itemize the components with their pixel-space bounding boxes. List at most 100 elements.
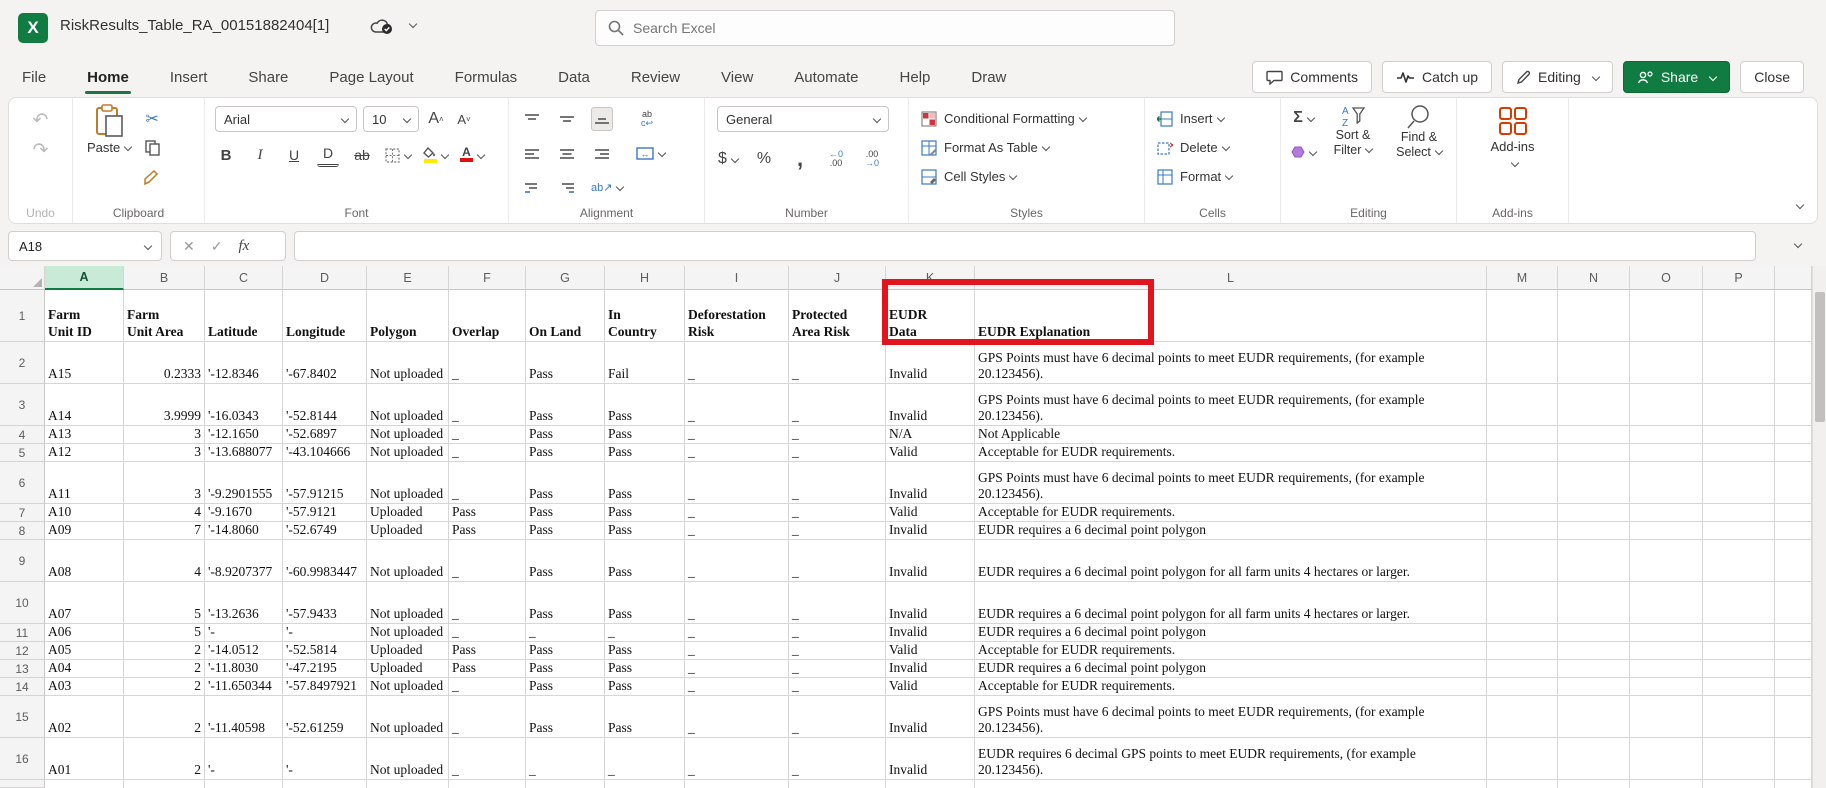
cell[interactable]: '-57.91215 <box>283 462 367 504</box>
cell[interactable] <box>1558 342 1630 384</box>
cell[interactable]: Pass <box>526 462 605 504</box>
cell[interactable]: Acceptable for EUDR requirements. <box>975 504 1487 522</box>
cell[interactable] <box>1630 780 1703 788</box>
cell[interactable]: _ <box>789 504 886 522</box>
number-format-dropdown[interactable]: General <box>717 106 889 132</box>
align-left-icon[interactable] <box>521 141 543 165</box>
collapse-ribbon-icon[interactable] <box>1792 197 1803 215</box>
cell[interactable] <box>1630 738 1703 780</box>
cell[interactable]: Pass <box>449 504 526 522</box>
cell[interactable] <box>1703 582 1775 624</box>
align-middle-icon[interactable] <box>556 107 578 131</box>
tab-draw[interactable]: Draw <box>969 60 1008 95</box>
cell[interactable] <box>1558 462 1630 504</box>
cell[interactable]: In Country <box>605 290 685 342</box>
column-header-L[interactable]: L <box>975 266 1487 290</box>
cell[interactable] <box>1630 426 1703 444</box>
cell[interactable]: _ <box>789 462 886 504</box>
cell[interactable]: A02 <box>45 696 124 738</box>
row-header-6[interactable]: 6 <box>0 462 45 504</box>
cell[interactable]: Valid <box>886 504 975 522</box>
cell[interactable] <box>1630 642 1703 660</box>
cell[interactable]: Not Applicable <box>975 426 1487 444</box>
cell[interactable]: Not uploaded <box>367 384 449 426</box>
cell[interactable]: A09 <box>45 522 124 540</box>
cell[interactable]: _ <box>789 540 886 582</box>
cell[interactable]: Invalid <box>886 540 975 582</box>
cell[interactable]: A12 <box>45 444 124 462</box>
cell[interactable]: Latitude <box>205 290 283 342</box>
cell[interactable]: Pass <box>605 540 685 582</box>
font-color-button[interactable]: A <box>460 143 484 167</box>
cell[interactable] <box>1775 462 1812 504</box>
cell[interactable]: Invalid <box>886 660 975 678</box>
cell[interactable]: Uploaded <box>367 660 449 678</box>
row-header-14[interactable]: 14 <box>0 678 45 696</box>
column-header-C[interactable]: C <box>205 266 283 290</box>
cell[interactable]: A14 <box>45 384 124 426</box>
cell[interactable]: A13 <box>45 426 124 444</box>
row-header-13[interactable]: 13 <box>0 660 45 678</box>
cell[interactable] <box>1558 522 1630 540</box>
cell[interactable]: _ <box>789 426 886 444</box>
cell[interactable]: A15 <box>45 342 124 384</box>
cell[interactable]: '-57.9433 <box>283 582 367 624</box>
cell[interactable]: 3 <box>124 426 205 444</box>
cell[interactable]: Pass <box>605 504 685 522</box>
cell[interactable] <box>1703 426 1775 444</box>
cell[interactable]: A06 <box>45 624 124 642</box>
cell[interactable] <box>1630 342 1703 384</box>
cell[interactable]: N/A <box>886 426 975 444</box>
cell[interactable] <box>1703 738 1775 780</box>
cell[interactable]: Pass <box>526 642 605 660</box>
cell[interactable] <box>124 780 205 788</box>
cell[interactable]: A10 <box>45 504 124 522</box>
cell[interactable] <box>1558 642 1630 660</box>
cell[interactable] <box>1703 462 1775 504</box>
cell[interactable]: Pass <box>526 660 605 678</box>
cell[interactable]: 2 <box>124 696 205 738</box>
cell[interactable]: Pass <box>526 426 605 444</box>
add-ins-button[interactable]: Add-ins <box>1463 104 1562 173</box>
cell[interactable]: Invalid <box>886 384 975 426</box>
sort-filter-button[interactable]: AZ Sort & Filter <box>1324 104 1382 164</box>
catch-up-button[interactable]: Catch up <box>1382 61 1492 93</box>
cell[interactable]: _ <box>449 624 526 642</box>
cell[interactable]: _ <box>789 738 886 780</box>
cell[interactable] <box>1703 660 1775 678</box>
cell[interactable] <box>1487 426 1558 444</box>
cell[interactable]: Protected Area Risk <box>789 290 886 342</box>
cell[interactable]: Fail <box>605 342 685 384</box>
cell[interactable]: Invalid <box>886 522 975 540</box>
cell[interactable] <box>1558 290 1630 342</box>
cell[interactable]: _ <box>449 426 526 444</box>
cell[interactable]: EUDR requires a 6 decimal point polygon … <box>975 540 1487 582</box>
cell[interactable]: '-47.2195 <box>283 660 367 678</box>
cell[interactable] <box>1630 696 1703 738</box>
cell[interactable]: '-60.9983447 <box>283 540 367 582</box>
cell[interactable]: Uploaded <box>367 642 449 660</box>
redo-icon[interactable]: ↷ <box>30 138 52 162</box>
increase-decimal-button[interactable]: ←0.00 <box>825 147 847 171</box>
double-underline-button[interactable]: D <box>317 143 339 167</box>
cell[interactable]: _ <box>449 342 526 384</box>
cell[interactable]: Longitude <box>283 290 367 342</box>
cell[interactable]: 2 <box>124 642 205 660</box>
cell[interactable]: '-11.40598 <box>205 696 283 738</box>
cell[interactable]: _ <box>449 582 526 624</box>
column-header-B[interactable]: B <box>124 266 205 290</box>
cell[interactable]: Valid <box>886 678 975 696</box>
cell[interactable] <box>1558 780 1630 788</box>
cell[interactable]: EUDR requires a 6 decimal point polygon <box>975 624 1487 642</box>
cell[interactable]: EUDR requires a 6 decimal point polygon <box>975 522 1487 540</box>
cut-icon[interactable]: ✂ <box>141 107 163 131</box>
cell[interactable] <box>1487 462 1558 504</box>
cell[interactable]: _ <box>685 522 789 540</box>
cell[interactable]: 0.2333 <box>124 342 205 384</box>
search-input[interactable] <box>633 20 1162 36</box>
cell[interactable]: Invalid <box>886 342 975 384</box>
cell[interactable] <box>449 780 526 788</box>
tab-share[interactable]: Share <box>246 60 290 95</box>
cell[interactable]: '-13.688077 <box>205 444 283 462</box>
cell[interactable] <box>1487 582 1558 624</box>
